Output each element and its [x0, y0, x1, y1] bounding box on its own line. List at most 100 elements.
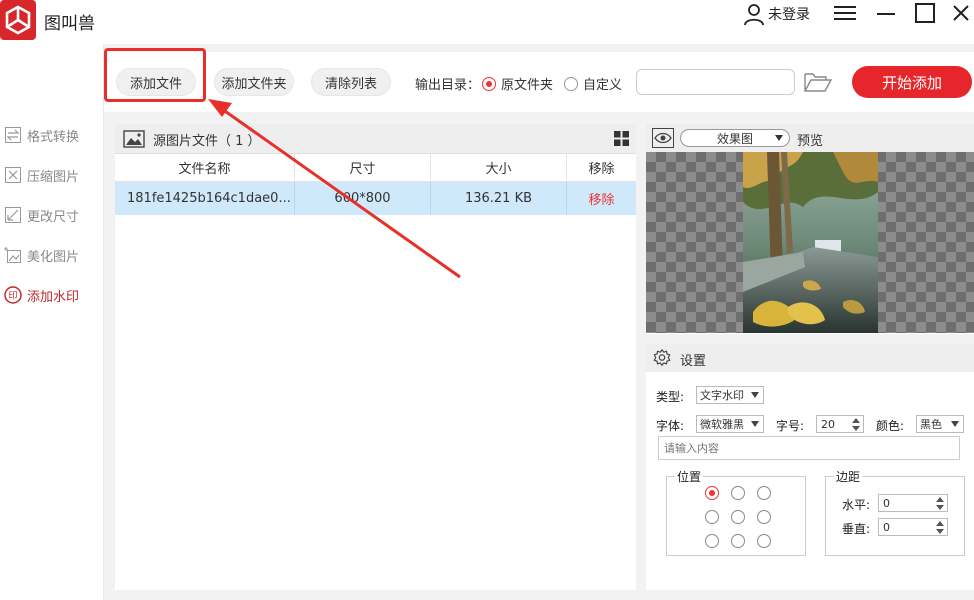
user-icon — [744, 4, 764, 26]
user-status-label: 未登录 — [768, 7, 810, 23]
minimize-button[interactable] — [871, 0, 901, 26]
watermark-type-select[interactable]: 文字水印 — [696, 386, 764, 404]
color-select[interactable]: 黑色 — [916, 415, 964, 433]
sidebar-item-resize[interactable]: 更改尺寸 — [4, 204, 79, 226]
radio-original-folder[interactable]: 原文件夹 — [482, 74, 553, 93]
file-list-title: 源图片文件（ 1 ） — [153, 134, 261, 149]
browse-folder-button[interactable] — [804, 71, 833, 93]
position-group: 位置 — [666, 468, 806, 556]
horizontal-margin-value: 0 — [883, 496, 890, 510]
color-value: 黑色 — [920, 418, 942, 431]
minimize-icon — [877, 13, 895, 15]
chevron-down-icon — [751, 392, 759, 398]
preview-canvas — [646, 152, 974, 333]
position-bottom-center-radio[interactable] — [731, 534, 745, 548]
preview-header: 效果图 预览 — [646, 124, 974, 152]
vertical-margin-stepper[interactable]: 0 — [878, 518, 948, 536]
resize-icon — [4, 206, 22, 224]
radio-unselected-icon — [564, 76, 578, 91]
preview-mode-select[interactable]: 效果图 — [680, 129, 790, 147]
preview-photo — [743, 152, 878, 333]
maximize-button[interactable] — [910, 0, 940, 26]
chevron-down-icon — [951, 421, 959, 427]
sidebar: 格式转换 压缩图片 更改尺寸 美化图片 印 添加水印 — [0, 44, 104, 600]
position-middle-right-radio[interactable] — [757, 510, 771, 524]
preview-panel: 效果图 预览 — [646, 124, 974, 334]
remove-file-link[interactable]: 移除 — [588, 189, 614, 208]
beautify-icon — [4, 246, 22, 264]
format-convert-icon — [4, 126, 22, 144]
position-middle-center-radio[interactable] — [731, 510, 745, 524]
font-label: 字体: — [656, 419, 685, 433]
watermark-icon: 印 — [4, 286, 22, 304]
file-list-panel: 源图片文件（ 1 ） 文件名称 尺寸 大小 移除 181fe1425b164c1… — [115, 124, 636, 590]
radio-custom-folder[interactable]: 自定义 — [564, 74, 622, 93]
color-label: 颜色: — [876, 419, 905, 433]
horizontal-margin-stepper[interactable]: 0 — [878, 494, 948, 512]
clear-list-button[interactable]: 清除列表 — [311, 68, 391, 96]
add-file-button[interactable]: 添加文件 — [116, 68, 196, 96]
menu-button[interactable] — [830, 0, 860, 26]
radio-selected-icon — [482, 76, 496, 91]
position-top-center-radio[interactable] — [731, 486, 745, 500]
close-icon — [953, 5, 969, 21]
toolbar: 添加文件 添加文件夹 清除列表 输出目录： 原文件夹 自定义 开始添加 — [104, 52, 974, 112]
preview-label: 预览 — [797, 134, 824, 149]
vertical-margin-label: 垂直: — [842, 522, 871, 536]
preview-mode-value: 效果图 — [716, 131, 753, 146]
app-name: 图叫兽 — [44, 14, 95, 34]
add-folder-button[interactable]: 添加文件夹 — [214, 68, 294, 96]
file-size-cell: 136.21 KB — [431, 182, 567, 215]
font-size-stepper[interactable]: 20 — [816, 415, 864, 433]
chevron-down-icon — [751, 421, 759, 427]
sidebar-item-label: 更改尺寸 — [27, 209, 80, 225]
svg-text:印: 印 — [8, 290, 17, 302]
type-label: 类型: — [656, 390, 685, 404]
file-name-cell: 181fe1425b164c1dae0... — [115, 182, 295, 215]
close-button[interactable] — [946, 0, 974, 26]
sidebar-item-label: 添加水印 — [27, 289, 80, 305]
app-logo-icon — [0, 0, 36, 40]
column-header-remove: 移除 — [567, 154, 636, 182]
sidebar-item-compress[interactable]: 压缩图片 — [4, 164, 79, 186]
font-value: 微软雅黑 — [700, 418, 744, 431]
watermark-text-input[interactable] — [658, 436, 960, 460]
radio-label: 自定义 — [583, 78, 623, 93]
position-middle-left-radio[interactable] — [705, 510, 719, 524]
vertical-margin-value: 0 — [883, 520, 890, 534]
margin-group: 边距 水平: 0 垂直: 0 — [825, 468, 965, 556]
sidebar-item-label: 压缩图片 — [27, 169, 80, 185]
sidebar-item-format-convert[interactable]: 格式转换 — [4, 124, 79, 146]
position-top-left-radio[interactable] — [705, 486, 719, 500]
radio-label: 原文件夹 — [501, 78, 554, 93]
file-list-header: 源图片文件（ 1 ） — [115, 124, 636, 154]
compress-icon — [4, 166, 22, 184]
position-top-right-radio[interactable] — [757, 486, 771, 500]
sidebar-item-beautify[interactable]: 美化图片 — [4, 244, 79, 266]
start-button[interactable]: 开始添加 — [852, 66, 972, 98]
table-row[interactable]: 181fe1425b164c1dae0... 600*800 136.21 KB… — [115, 182, 636, 215]
eye-icon — [652, 128, 674, 148]
image-icon — [123, 130, 145, 148]
settings-title: 设置 — [680, 354, 707, 369]
column-header-dimensions[interactable]: 尺寸 — [295, 154, 431, 182]
remove-cell: 移除 — [567, 182, 636, 215]
column-header-size[interactable]: 大小 — [431, 154, 567, 182]
stepper-arrows-icon[interactable] — [852, 417, 860, 432]
hamburger-icon — [834, 6, 856, 20]
gear-icon — [653, 349, 671, 367]
stepper-arrows-icon[interactable] — [936, 496, 944, 511]
font-select[interactable]: 微软雅黑 — [696, 415, 764, 433]
position-bottom-right-radio[interactable] — [757, 534, 771, 548]
stepper-arrows-icon[interactable] — [936, 520, 944, 535]
position-bottom-left-radio[interactable] — [705, 534, 719, 548]
grid-view-icon[interactable] — [614, 131, 629, 146]
chevron-down-icon — [775, 135, 783, 141]
sidebar-item-watermark[interactable]: 印 添加水印 — [4, 284, 79, 306]
column-header-name[interactable]: 文件名称 — [115, 154, 295, 182]
folder-open-icon — [804, 73, 833, 92]
output-directory-label: 输出目录： — [415, 78, 481, 93]
login-button[interactable]: 未登录 — [742, 2, 810, 26]
sidebar-item-label: 美化图片 — [27, 249, 80, 265]
output-path-input[interactable] — [636, 69, 795, 95]
